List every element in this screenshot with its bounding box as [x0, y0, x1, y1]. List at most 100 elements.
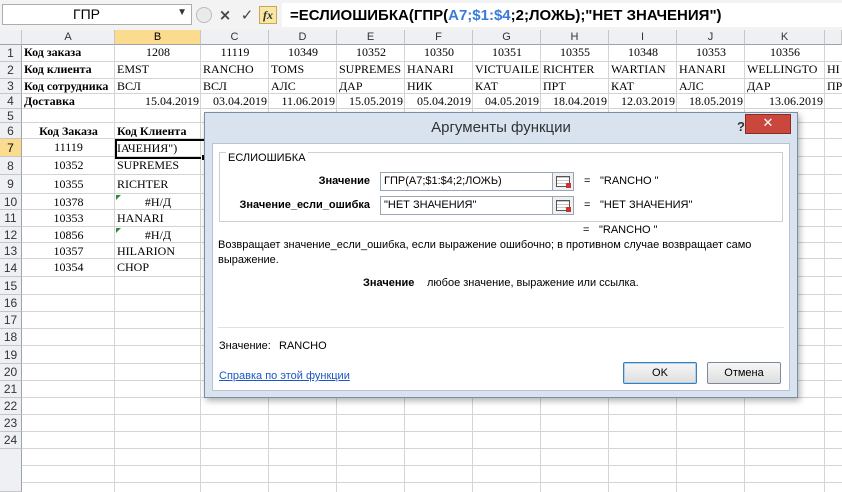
cell-b12[interactable]: #Н/Д	[115, 228, 201, 242]
name-box[interactable]: ГПР ▼	[2, 4, 192, 25]
cell-g4[interactable]: 04.05.2019	[473, 94, 541, 108]
row-header-2[interactable]: 2	[0, 62, 22, 79]
cell-a13[interactable]: 10357	[22, 244, 115, 258]
cell-j3[interactable]: АЛС	[677, 79, 745, 93]
cell-i1[interactable]: 10348	[609, 45, 677, 61]
help-link[interactable]: Справка по этой функции	[219, 370, 350, 382]
row-header-22[interactable]: 22	[0, 398, 22, 415]
row-header-8[interactable]: 8	[0, 157, 22, 175]
cell-a2[interactable]: Код клиента	[22, 62, 115, 78]
error-indicator-icon[interactable]	[116, 228, 121, 233]
cell-b6[interactable]: Код Клиента	[115, 124, 201, 138]
cell-g1[interactable]: 10351	[473, 45, 541, 61]
row-header-24[interactable]: 24	[0, 432, 22, 449]
cell-e2[interactable]: SUPREMES	[337, 62, 405, 78]
help-question-icon[interactable]: ?	[737, 119, 745, 134]
row-header-20[interactable]: 20	[0, 364, 22, 381]
column-header-f[interactable]: F	[405, 30, 473, 45]
cell-e3[interactable]: ДАР	[337, 79, 405, 93]
cell-b1[interactable]: 1208	[115, 45, 201, 61]
cell-a12[interactable]: 10856	[22, 228, 115, 242]
cell-c2[interactable]: RANCHO	[201, 62, 269, 78]
cell-h4[interactable]: 18.04.2019	[541, 94, 609, 108]
column-header-b[interactable]: B	[115, 30, 201, 45]
cell-b4[interactable]: 15.04.2019	[115, 94, 201, 108]
cell-a14[interactable]: 10354	[22, 260, 115, 276]
cell-b2[interactable]: EMST	[115, 62, 201, 78]
cell-a11[interactable]: 10353	[22, 211, 115, 226]
arg2-input[interactable]: "НЕТ ЗНАЧЕНИЯ"	[380, 196, 574, 215]
cell-a10[interactable]: 10378	[22, 195, 115, 209]
cell-k3[interactable]: ДАР	[745, 79, 825, 93]
cell-d2[interactable]: TOMS	[269, 62, 337, 78]
cell-a4[interactable]: Доставка	[22, 94, 115, 108]
row-header-21[interactable]: 21	[0, 381, 22, 398]
column-header-j[interactable]: J	[677, 30, 745, 45]
cell-b9[interactable]: RICHTER	[115, 177, 201, 193]
row-header-18[interactable]: 18	[0, 329, 22, 346]
row-header-16[interactable]: 16	[0, 295, 22, 312]
row-header-15[interactable]: 15	[0, 277, 22, 295]
column-header-k[interactable]: K	[745, 30, 825, 45]
column-header-e[interactable]: E	[337, 30, 405, 45]
row-header-6[interactable]: 6	[0, 123, 22, 139]
collapse-dialog-icon[interactable]	[552, 196, 574, 215]
active-cell-border[interactable]	[115, 139, 208, 161]
close-icon[interactable]: ✕	[745, 114, 791, 134]
row-header-4[interactable]: 4	[0, 94, 22, 109]
error-indicator-icon[interactable]	[116, 195, 121, 200]
row-header-3[interactable]: 3	[0, 79, 22, 94]
cell-l3[interactable]: ПР	[825, 79, 842, 93]
formula-input[interactable]: =ЕСЛИОШИБКА(ГПР(A7;$1:$4;2;ЛОЖЬ);"НЕТ ЗН…	[282, 3, 842, 27]
cell-i2[interactable]: WARTIAN	[609, 62, 677, 78]
row-header-14[interactable]: 14	[0, 259, 22, 277]
collapse-dialog-icon[interactable]	[552, 172, 574, 191]
cell-d1[interactable]: 10349	[269, 45, 337, 61]
cell-a9[interactable]: 10355	[22, 177, 115, 193]
cell-a6[interactable]: Код Заказа	[22, 124, 115, 138]
cell-k2[interactable]: WELLINGTO	[745, 62, 825, 78]
ok-button[interactable]: OK	[623, 362, 697, 384]
cell-i3[interactable]: КАТ	[609, 79, 677, 93]
cell-d4[interactable]: 11.06.2019	[269, 94, 337, 108]
cancel-icon[interactable]: ×	[216, 6, 234, 24]
cell-g2[interactable]: VICTUAILE	[473, 62, 541, 78]
cell-a8[interactable]: 10352	[22, 158, 115, 174]
cell-f4[interactable]: 05.04.2019	[405, 94, 473, 108]
cell-d3[interactable]: АЛС	[269, 79, 337, 93]
cell-a1[interactable]: Код заказа	[22, 45, 115, 61]
cell-h3[interactable]: ПРТ	[541, 79, 609, 93]
row-header-5[interactable]: 5	[0, 109, 22, 123]
cancel-button[interactable]: Отмена	[707, 362, 781, 384]
cell-b3[interactable]: ВСЛ	[115, 79, 201, 93]
column-header-h[interactable]: H	[541, 30, 609, 45]
chevron-down-icon[interactable]: ▼	[177, 7, 187, 18]
cell-g3[interactable]: КАТ	[473, 79, 541, 93]
cell-j1[interactable]: 10353	[677, 45, 745, 61]
cell-e1[interactable]: 10352	[337, 45, 405, 61]
cell-c4[interactable]: 03.04.2019	[201, 94, 269, 108]
cell-i4[interactable]: 12.03.2019	[609, 94, 677, 108]
column-header-i[interactable]: I	[609, 30, 677, 45]
select-all-corner[interactable]	[0, 30, 22, 45]
row-header-11[interactable]: 11	[0, 210, 22, 227]
cell-k4[interactable]: 13.06.2019	[745, 94, 825, 108]
row-header-12[interactable]: 12	[0, 227, 22, 243]
cell-f3[interactable]: НИК	[405, 79, 473, 93]
column-header-l[interactable]	[825, 30, 842, 45]
cell-a7[interactable]: 11119	[22, 140, 115, 156]
cell-j4[interactable]: 18.05.2019	[677, 94, 745, 108]
cell-h1[interactable]: 10355	[541, 45, 609, 61]
cell-b14[interactable]: CHOP	[115, 260, 201, 276]
row-header-23[interactable]: 23	[0, 415, 22, 432]
cell-c1[interactable]: 11119	[201, 45, 269, 61]
row-header-10[interactable]: 10	[0, 194, 22, 210]
row-header-19[interactable]: 19	[0, 346, 22, 364]
row-header-17[interactable]: 17	[0, 312, 22, 329]
cell-f1[interactable]: 10350	[405, 45, 473, 61]
cell-l2[interactable]: HI	[825, 62, 842, 78]
enter-icon[interactable]: ✓	[238, 6, 256, 24]
column-header-g[interactable]: G	[473, 30, 541, 45]
row-header-9[interactable]: 9	[0, 175, 22, 194]
row-header-1[interactable]: 1	[0, 45, 22, 62]
